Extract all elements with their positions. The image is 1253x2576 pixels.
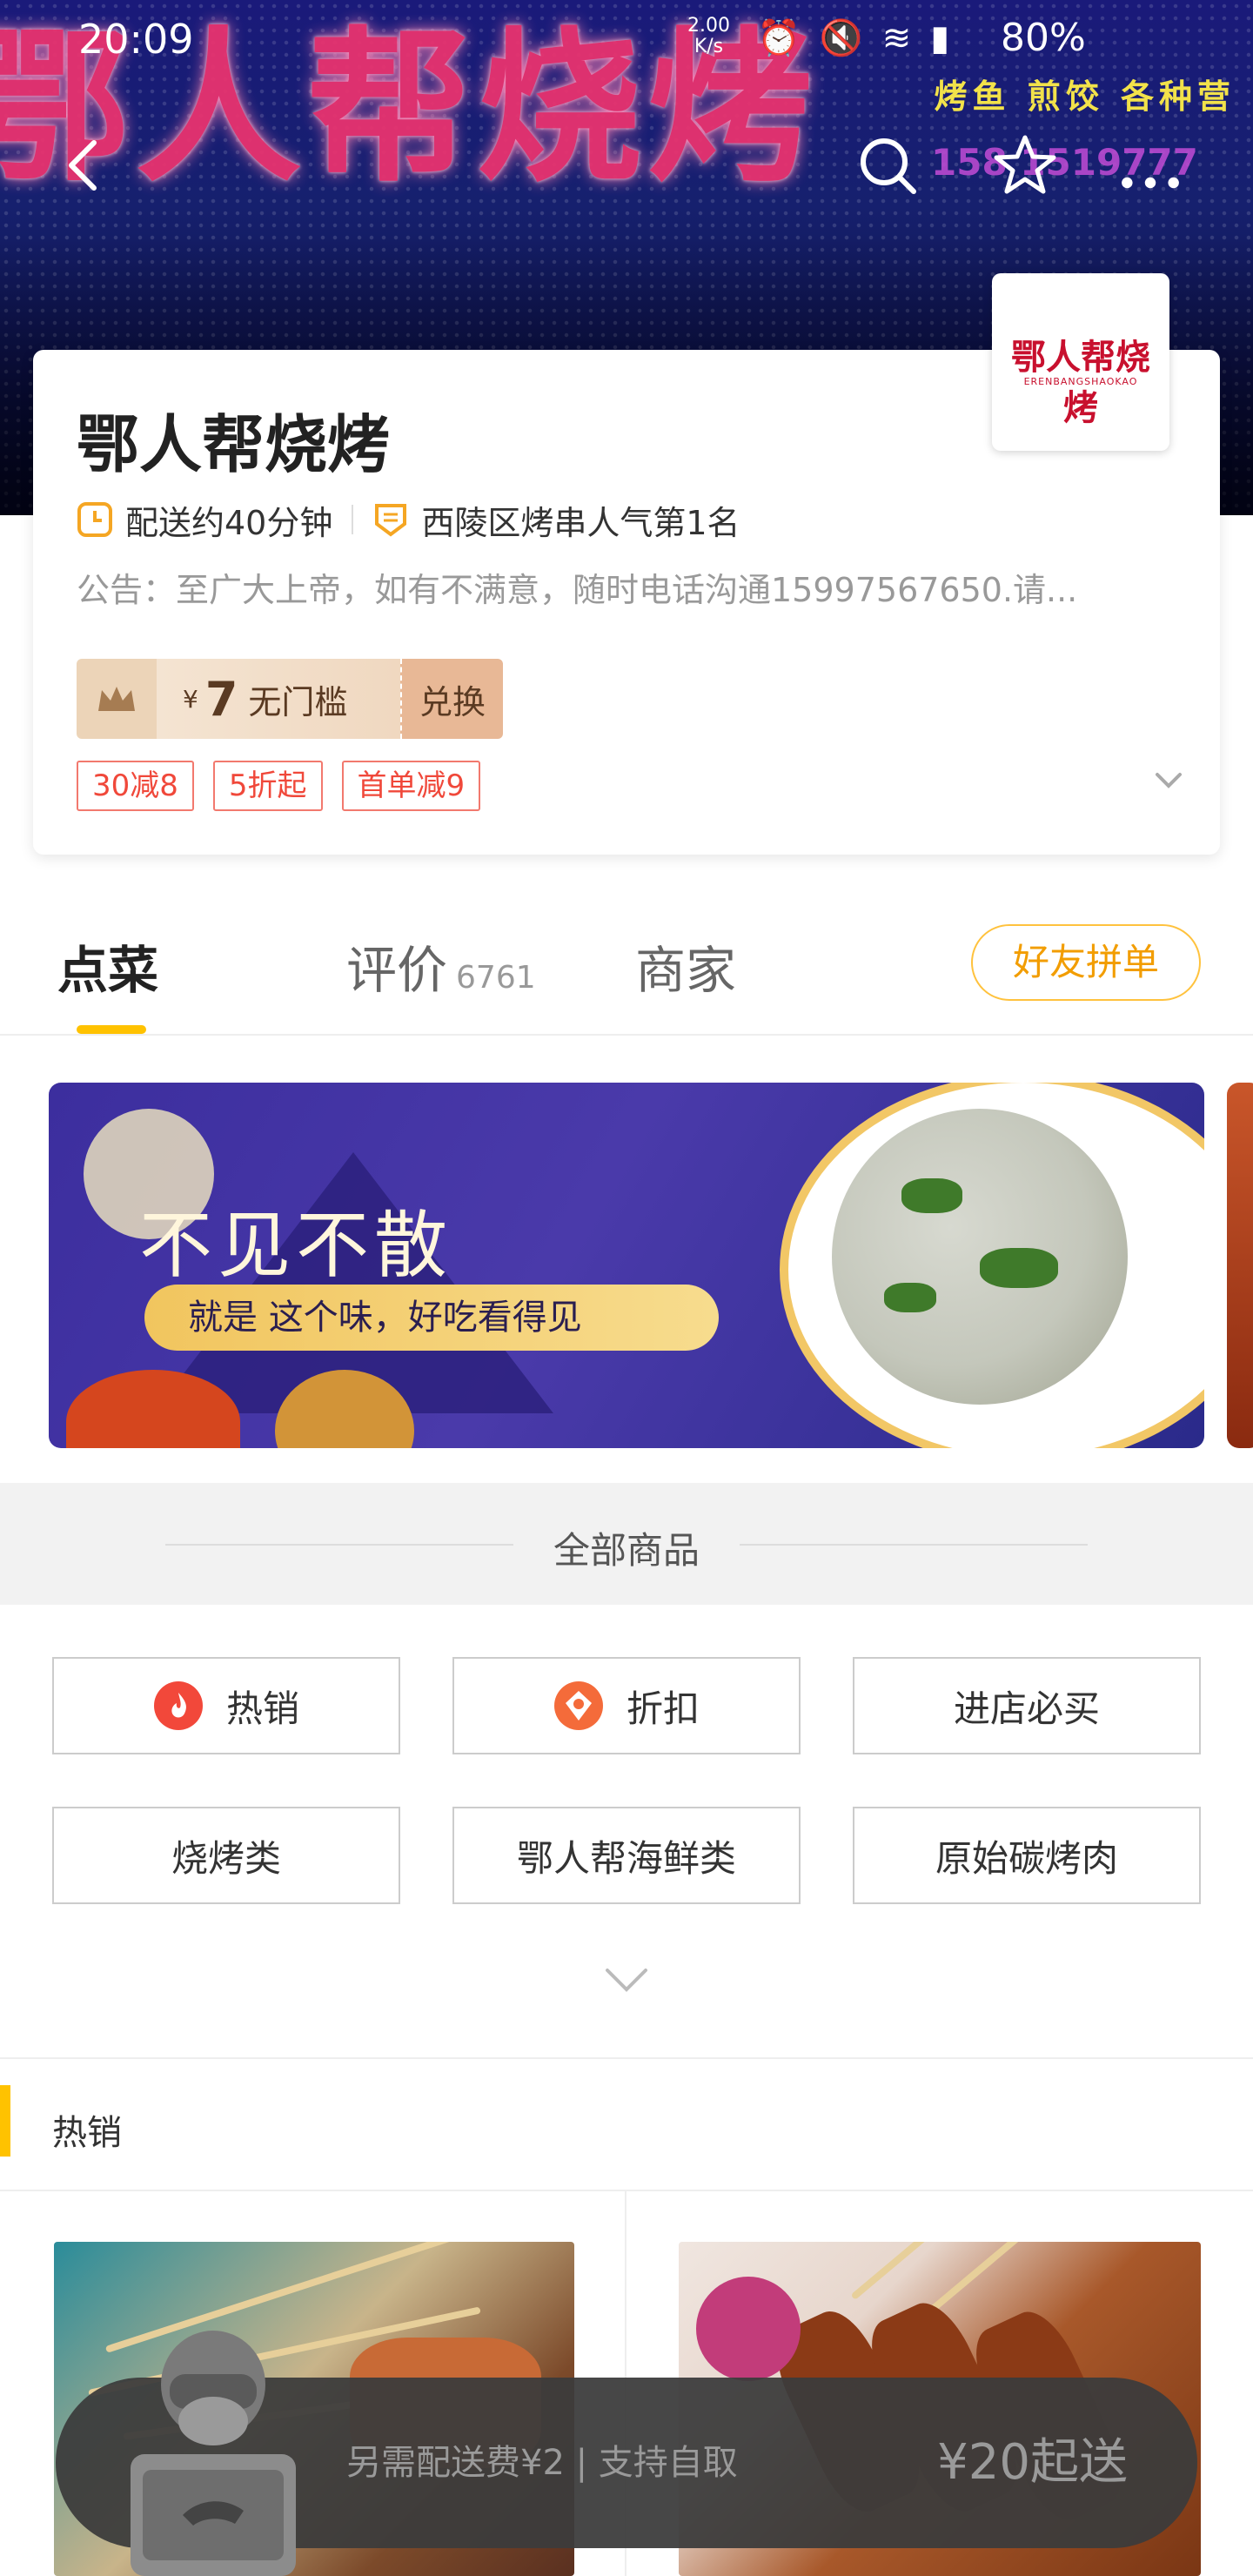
greens-graphic [980,1248,1058,1288]
more-button[interactable] [1116,148,1194,189]
favorite-button[interactable] [990,131,1060,200]
greens-graphic [901,1178,962,1213]
greens-graphic [884,1283,936,1312]
garnish-graphic [696,2277,801,2381]
mute-icon: 🔇 [819,18,882,58]
all-products-header: 全部商品 [0,1483,1253,1605]
back-arrow-icon [69,140,97,191]
discount-icon [553,1681,603,1730]
group-order-button[interactable]: 好友拼单 [971,924,1201,1001]
status-time: 20:09 [78,16,194,63]
minimum-order: ¥20起送 [937,2434,1128,2491]
chevron-down-icon[interactable] [1147,759,1190,802]
category-hot[interactable]: 热销 [52,1657,400,1754]
category-label: 热销 [225,1687,299,1730]
promo-banner[interactable]: 不见不散 就是 这个味，好吃看得见 [49,1083,1204,1448]
category-label: 折扣 [626,1687,700,1730]
meta-separator [352,505,354,534]
review-count: 6761 [456,960,536,996]
category-discount[interactable]: 折扣 [452,1657,801,1754]
network-rate: 2.00 K/s [687,16,730,57]
discount-tag: 30减8 [77,761,194,811]
category-label: 进店必买 [953,1687,1100,1730]
back-button[interactable] [50,131,120,200]
flame-icon [153,1681,203,1730]
category-must-buy[interactable]: 进店必买 [853,1657,1201,1754]
section-divider [0,2190,1253,2191]
chevron-down-icon[interactable] [600,1958,653,2002]
more-dots-icon [1122,177,1179,189]
section-marker [0,2085,10,2157]
category-charcoal-meat[interactable]: 原始碳烤肉 [853,1807,1201,1904]
shop-notice[interactable]: 公告：至广大上帝，如有不满意，随时电话沟通15997567650.请... [77,563,1156,611]
active-tab-indicator [77,1025,146,1034]
alarm-icon: ⏰ [757,18,820,58]
delivery-time: 配送约40分钟 [125,503,333,542]
hot-section-title: 热销 [52,2113,122,2153]
delivery-rider-icon[interactable] [122,2324,305,2576]
next-banner-peek[interactable] [1227,1083,1253,1448]
tab-order[interactable]: 点菜 [57,929,158,1003]
category-bbq[interactable]: 烧烤类 [52,1807,400,1904]
crown-icon [77,659,157,739]
wifi-icon: ≋ [881,18,931,58]
promo-subtitle: 就是 这个味，好吃看得见 [144,1285,719,1351]
shop-name: 鄂人帮烧烤 [77,408,391,481]
category-seafood[interactable]: 鄂人帮海鲜类 [452,1807,801,1904]
search-icon [861,138,916,194]
tab-bar: 点菜 评价 6761 商家 好友拼单 [0,879,1253,1036]
voucher-currency: ¥ [183,684,198,714]
tab-merchant[interactable]: 商家 [635,929,736,1003]
status-bar: 20:09 2.00 K/s ⏰🔇≋▮ 80% [0,0,1253,80]
tab-reviews[interactable]: 评价 6761 [346,929,536,1003]
voucher-condition: 无门槛 [248,682,348,721]
signal-icon: ▮ [930,18,969,58]
divider-line [740,1544,1088,1546]
discount-tag: 5折起 [212,761,323,811]
promo-title: 不见不散 [139,1203,453,1288]
network-rate-unit: K/s [694,36,724,57]
voucher-amount-area: ¥ 7 无门槛 [157,659,400,739]
voucher-redeem-button[interactable]: 兑换 [400,659,503,739]
shop-meta: 配送约40分钟 西陵区烤串人气第1名 [77,498,740,542]
category-label: 原始碳烤肉 [935,1836,1118,1880]
status-icons: ⏰🔇≋▮ [757,17,968,58]
ranking-badge-icon [375,504,407,537]
skewer-graphic [850,2242,1136,2301]
voucher-coupon[interactable]: ¥ 7 无门槛 兑换 [77,659,503,739]
search-button[interactable] [853,131,922,200]
discount-tags: 30减8 5折起 首单减9 [77,761,499,811]
all-products-label: 全部商品 [553,1529,700,1572]
shop-logo: 鄂人帮烧烤 ERENBANGSHAOKAO [992,273,1169,451]
section-divider [0,2057,1253,2059]
tab-reviews-label: 评价 [346,941,448,1000]
delivery-fee-note: 另需配送费¥2 | 支持自取 [346,2443,738,2483]
voucher-amount: 7 [204,671,238,727]
clock-icon [77,502,112,537]
network-rate-value: 2.00 [687,15,730,37]
battery-level: 80% [1001,16,1086,60]
shop-ranking: 西陵区烤串人气第1名 [421,503,740,542]
category-label: 烧烤类 [171,1836,281,1880]
logo-subtext: ERENBANGSHAOKAO [1023,376,1138,387]
porridge-image [832,1109,1128,1405]
discount-tag: 首单减9 [341,761,481,811]
logo-artwork: 鄂人帮烧烤 ERENBANGSHAOKAO [1001,325,1161,428]
star-icon [994,135,1056,194]
category-label: 鄂人帮海鲜类 [516,1836,736,1880]
